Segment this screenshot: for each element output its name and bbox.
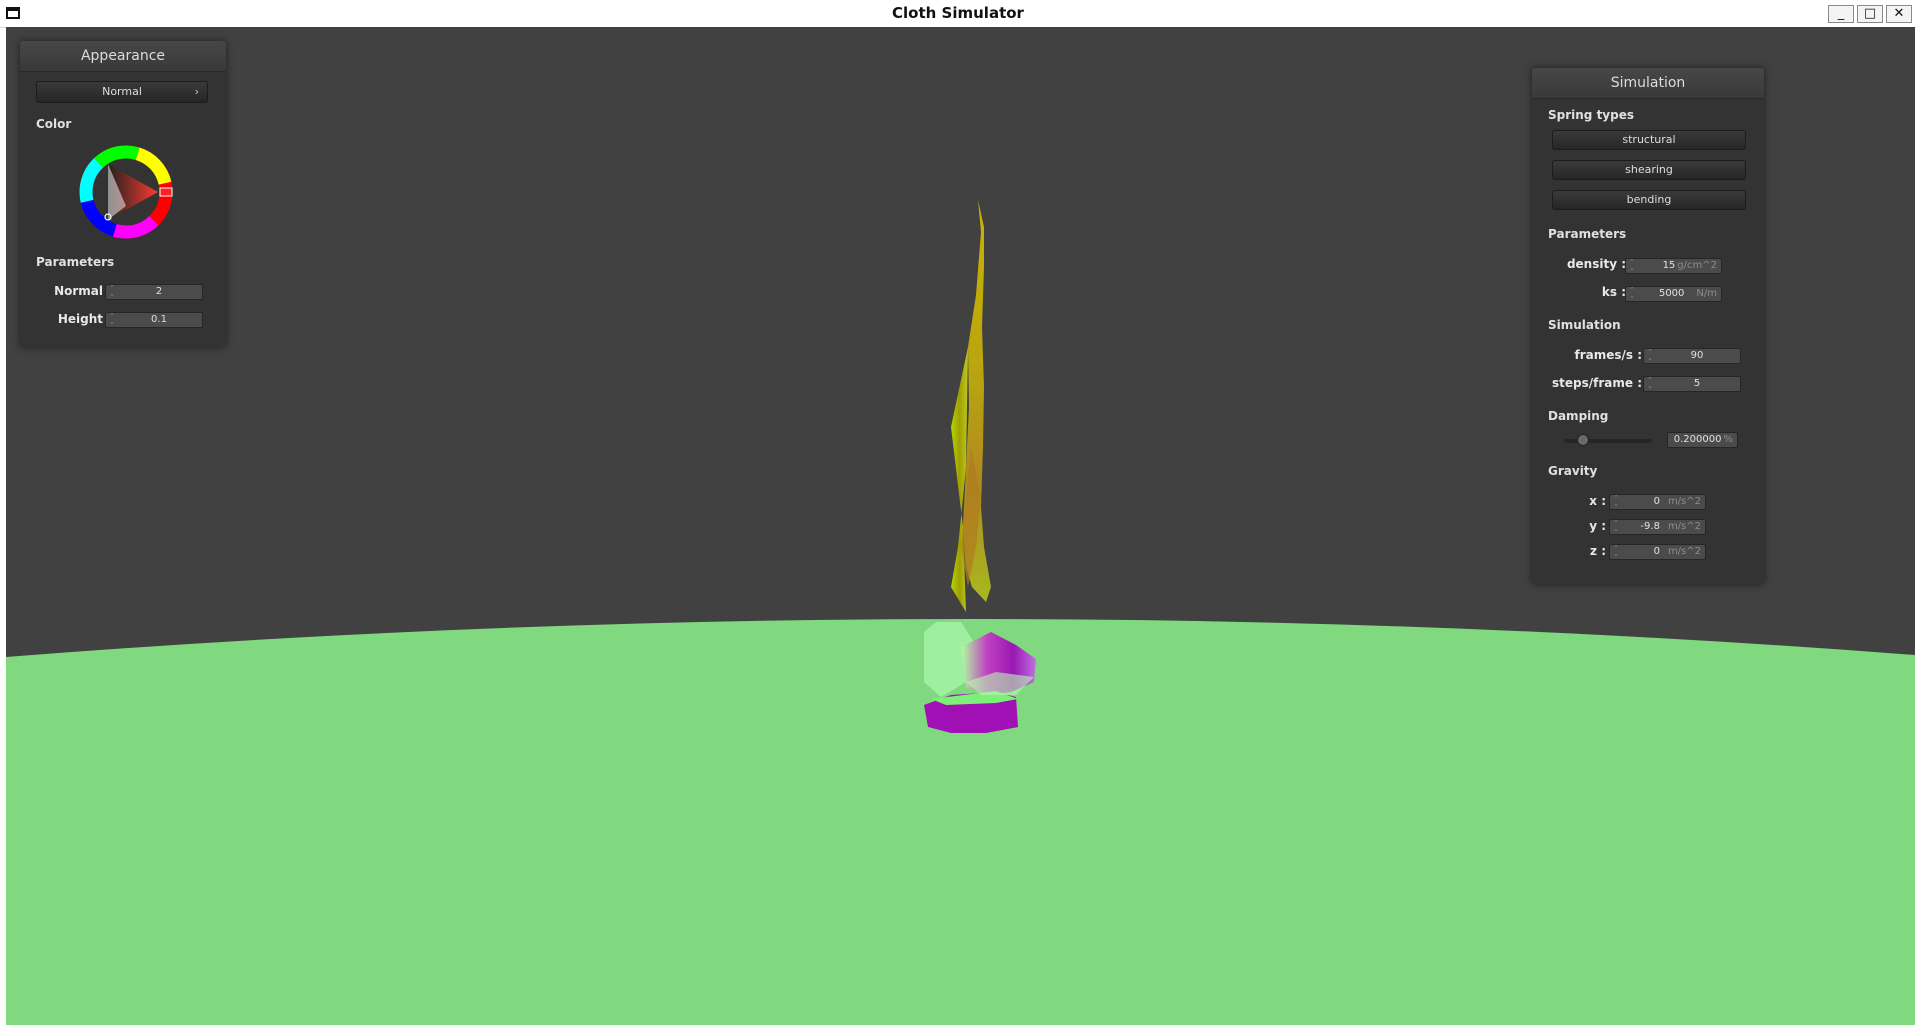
ks-value: 5000 xyxy=(1658,288,1685,299)
gravity-y-value: -9.8 xyxy=(1640,521,1660,532)
appearance-panel-title[interactable]: Appearance xyxy=(20,41,226,72)
spinner-icon[interactable]: ⌃ ⌄ xyxy=(1612,495,1620,509)
damping-value: 0.200000 xyxy=(1673,434,1722,445)
shader-dropdown-label: Normal xyxy=(102,85,142,98)
damping-unit: % xyxy=(1723,434,1733,445)
frames-per-second-label: frames/s : xyxy=(1574,348,1642,362)
gravity-x-unit: m/s^2 xyxy=(1667,496,1701,507)
color-wheel[interactable] xyxy=(76,142,176,242)
structural-button[interactable]: structural xyxy=(1552,130,1746,150)
window-title: Cloth Simulator xyxy=(892,4,1024,22)
spinner-icon[interactable]: ⌃ ⌄ xyxy=(1628,287,1636,301)
spinner-icon[interactable]: ⌃ ⌄ xyxy=(1646,349,1654,363)
maximize-button[interactable]: □ xyxy=(1857,5,1883,23)
gravity-y-field[interactable]: ⌃ ⌄ -9.8 m/s^2 xyxy=(1609,519,1706,535)
ks-field[interactable]: ⌃ ⌄ 5000 N/m xyxy=(1625,286,1722,302)
gravity-z-field[interactable]: ⌃ ⌄ 0 m/s^2 xyxy=(1609,544,1706,560)
gravity-section-label: Gravity xyxy=(1548,464,1598,478)
simulation-panel: Simulation Spring types structural shear… xyxy=(1532,68,1764,584)
close-button[interactable]: ✕ xyxy=(1886,5,1912,23)
damping-field[interactable]: 0.200000% xyxy=(1667,432,1738,448)
spinner-icon[interactable]: ⌃ ⌄ xyxy=(1646,377,1654,391)
spinner-icon[interactable]: ⌃ ⌄ xyxy=(108,313,116,327)
density-unit: g/cm^2 xyxy=(1677,260,1717,271)
density-field[interactable]: ⌃ ⌄ 15 g/cm^2 xyxy=(1625,258,1722,274)
minimize-button[interactable]: _ xyxy=(1828,5,1854,23)
height-label: Height : xyxy=(57,312,112,326)
frames-per-second-field[interactable]: ⌃ ⌄ 90 xyxy=(1643,348,1741,364)
appearance-panel: Appearance Normal › Color Parameters Nor… xyxy=(20,41,226,347)
spinner-icon[interactable]: ⌃ ⌄ xyxy=(108,285,116,299)
spinner-icon[interactable]: ⌃ ⌄ xyxy=(1612,545,1620,559)
parameters-section-label: Parameters xyxy=(36,255,115,269)
gravity-y-label: y : xyxy=(1589,519,1606,533)
title-bar: Cloth Simulator _ □ ✕ xyxy=(0,0,1916,28)
height-field[interactable]: ⌃ ⌄ 0.1 xyxy=(105,312,203,328)
density-value: 15 xyxy=(1662,260,1676,271)
steps-per-frame-value: 5 xyxy=(1693,378,1701,389)
damping-slider-handle[interactable] xyxy=(1576,434,1589,446)
density-label: density : xyxy=(1566,257,1626,271)
damping-section-label: Damping xyxy=(1548,409,1609,423)
spring-types-label: Spring types xyxy=(1548,108,1635,122)
spinner-icon[interactable]: ⌃ ⌄ xyxy=(1612,520,1620,534)
spinner-icon[interactable]: ⌃ ⌄ xyxy=(1628,259,1636,273)
gravity-z-unit: m/s^2 xyxy=(1667,546,1701,557)
color-section-label: Color xyxy=(36,117,72,131)
simulation-panel-title[interactable]: Simulation xyxy=(1532,68,1764,99)
frames-per-second-value: 90 xyxy=(1690,350,1704,361)
height-value: 0.1 xyxy=(151,314,167,325)
shader-dropdown[interactable]: Normal › xyxy=(36,81,208,103)
parameters-section-label: Parameters xyxy=(1548,227,1627,241)
ks-unit: N/m xyxy=(1696,288,1717,299)
gravity-x-label: x : xyxy=(1589,494,1606,508)
ks-label: ks : xyxy=(1601,285,1626,299)
chevron-right-icon: › xyxy=(194,85,199,98)
steps-per-frame-label: steps/frame : xyxy=(1552,376,1642,390)
simulation-section-label: Simulation xyxy=(1548,318,1621,332)
gravity-z-label: z : xyxy=(1590,544,1606,558)
hue-handle[interactable] xyxy=(159,187,173,197)
shearing-button[interactable]: shearing xyxy=(1552,160,1746,180)
gravity-x-value: 0 xyxy=(1653,496,1660,507)
normal-field[interactable]: ⌃ ⌄ 2 xyxy=(105,284,203,300)
gravity-x-field[interactable]: ⌃ ⌄ 0 m/s^2 xyxy=(1609,494,1706,510)
steps-per-frame-field[interactable]: ⌃ ⌄ 5 xyxy=(1643,376,1741,392)
normal-label: Normal : xyxy=(54,284,112,298)
bending-button[interactable]: bending xyxy=(1552,190,1746,210)
gravity-z-value: 0 xyxy=(1653,546,1660,557)
gravity-y-unit: m/s^2 xyxy=(1667,521,1701,532)
normal-value: 2 xyxy=(155,286,163,297)
